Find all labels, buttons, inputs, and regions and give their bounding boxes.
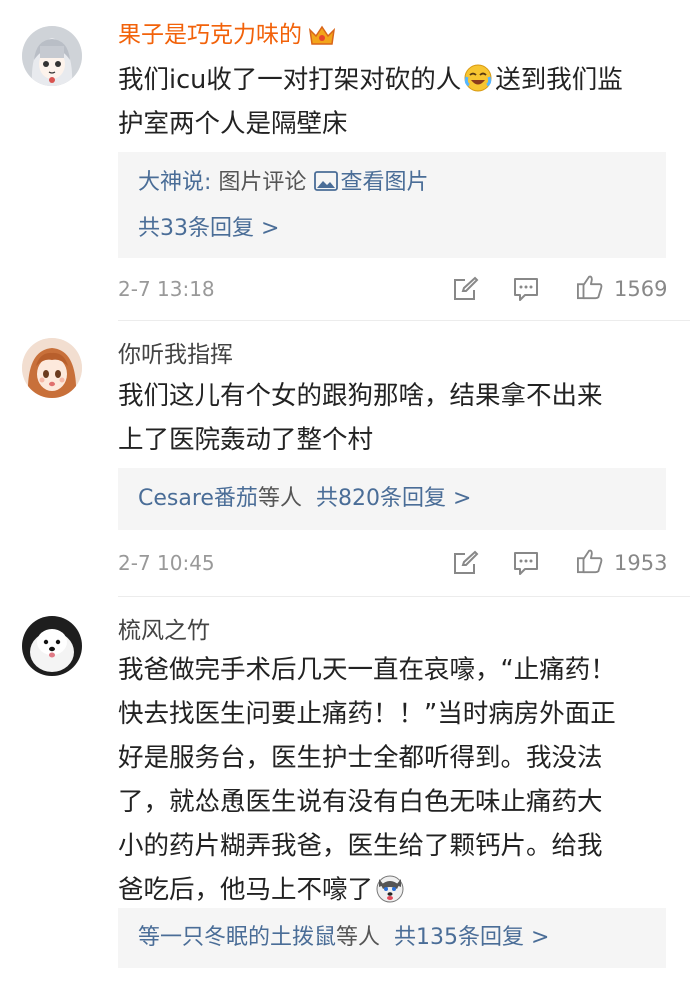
username-text[interactable]: 果子是巧克力味的 — [118, 22, 302, 48]
comment-text-line: 小的药片糊弄我爸，医生给了颗钙片。给我 — [118, 831, 603, 861]
comment-text-line: 了，就怂恿医生说有没有白色无味止痛药大 — [118, 787, 603, 817]
anime-girl-orange-hair-avatar-icon — [22, 338, 82, 398]
comment-text-line: 我爸做完手术后几天一直在哀嚎，“止痛药！ — [118, 655, 616, 685]
comment-text: 我们icu收了一对打架对砍的人 送到我们监 护室两个人是隔壁床 — [118, 58, 668, 146]
like-count: 1953 — [614, 551, 668, 575]
view-picture-link[interactable]: 查看图片 — [340, 170, 428, 195]
comment-text: 我爸做完手术后几天一直在哀嚎，“止痛药！ 快去找医生问要止痛药！！”当时病房外面… — [118, 648, 668, 912]
divider — [118, 320, 690, 321]
reply-users[interactable]: 等一只冬眠的土拨鼠 — [138, 925, 336, 950]
avatar[interactable] — [22, 26, 82, 86]
avatar[interactable] — [22, 338, 82, 398]
username[interactable]: 果子是巧克力味的 — [118, 20, 336, 50]
comment-text-line: 好是服务台，医生护士全都听得到。我没法 — [118, 743, 603, 773]
comment-bubble-icon[interactable] — [512, 276, 540, 302]
share-edit-icon[interactable] — [452, 550, 480, 576]
reply-author[interactable]: 大神说: — [138, 170, 211, 195]
vip-crown-icon — [308, 24, 336, 48]
share-edit-icon[interactable] — [452, 276, 480, 302]
reply-preview-box[interactable]: 大神说: 图片评论 查看图片 共33条回复 > — [118, 152, 666, 258]
comment-bubble-icon[interactable] — [512, 550, 540, 576]
divider — [118, 596, 690, 597]
comment-text-line: 我们icu收了一对打架对砍的人 — [118, 65, 462, 95]
reply-preview-box[interactable]: Cesare番茄等人 共820条回复 > — [118, 468, 666, 530]
laughing-crying-emoji — [463, 63, 493, 93]
comment-text-line: 送到我们监 — [495, 65, 623, 95]
reply-preview-box[interactable]: 等一只冬眠的土拨鼠等人 共135条回复 > — [118, 908, 666, 968]
reply-users-suffix: 等人 — [336, 925, 381, 950]
like-count: 1569 — [614, 277, 668, 301]
avatar[interactable] — [22, 616, 82, 676]
reply-count-link[interactable]: 共820条回复 > — [316, 486, 471, 511]
reply-count-link[interactable]: 共33条回复 > — [138, 206, 666, 252]
comment-text-line: 上了医院轰动了整个村 — [118, 425, 374, 455]
comment-time: 2-7 13:18 — [118, 277, 215, 301]
reply-text: 图片评论 — [218, 170, 307, 195]
comment-meta: 2-7 10:45 1953 — [118, 546, 670, 580]
username-text[interactable]: 梳风之竹 — [118, 618, 210, 644]
white-dog-avatar-icon — [22, 616, 82, 676]
husky-dog-emoji — [375, 873, 405, 903]
username-text[interactable]: 你听我指挥 — [118, 342, 233, 368]
username[interactable]: 梳风之竹 — [118, 616, 210, 646]
picture-icon[interactable] — [314, 171, 339, 191]
reply-count-link[interactable]: 共135条回复 > — [394, 925, 549, 950]
thumbs-up-icon[interactable] — [576, 548, 606, 576]
comment-text-line: 爸吃后，他马上不嚎了 — [118, 875, 374, 905]
reply-users[interactable]: Cesare番茄 — [138, 486, 258, 511]
thumbs-up-icon[interactable] — [576, 274, 606, 302]
comment-text: 我们这儿有个女的跟狗那啥，结果拿不出来 上了医院轰动了整个村 — [118, 374, 668, 462]
comment-time: 2-7 10:45 — [118, 551, 215, 575]
anime-girl-gray-hair-avatar-icon — [22, 26, 82, 86]
username[interactable]: 你听我指挥 — [118, 340, 233, 370]
comment-text-line: 护室两个人是隔壁床 — [118, 109, 348, 139]
comment-text-line: 我们这儿有个女的跟狗那啥，结果拿不出来 — [118, 381, 603, 411]
reply-users-suffix: 等人 — [257, 486, 302, 511]
comment-text-line: 快去找医生问要止痛药！！”当时病房外面正 — [118, 699, 616, 729]
comment-meta: 2-7 13:18 1569 — [118, 272, 670, 306]
